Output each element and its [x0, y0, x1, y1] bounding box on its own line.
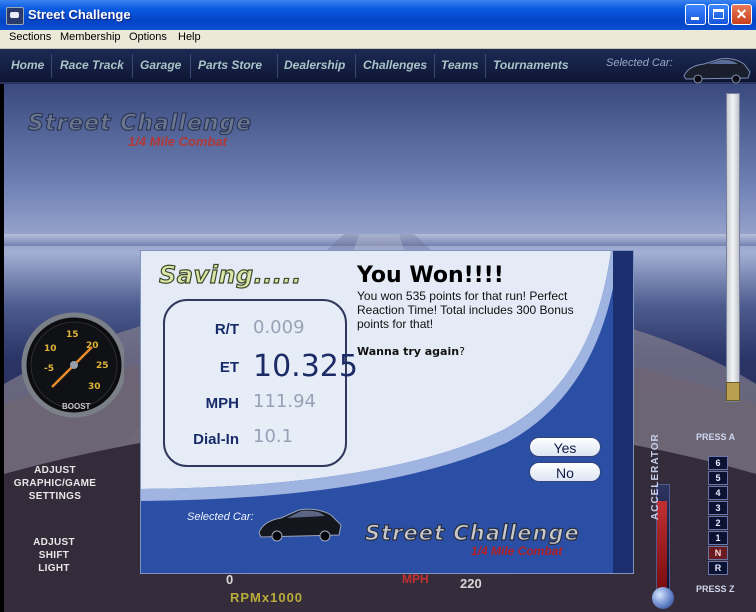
race-result-dialog: Saving..... R/T 0.009 ET 10.325 MPH 111.… [140, 250, 634, 574]
adjust-shift-line: ADJUST [33, 537, 75, 548]
nav-garage[interactable]: Garage [140, 58, 181, 72]
app-icon [6, 7, 24, 25]
gear-5[interactable]: 5 [708, 471, 728, 485]
dial-in-label: Dial-In [193, 431, 239, 448]
speedo-max-label: 220 [460, 576, 482, 591]
nav-challenges[interactable]: Challenges [363, 58, 427, 72]
yes-button[interactable]: Yes [529, 437, 601, 457]
window-title: Street Challenge [28, 7, 131, 22]
nav-tournaments[interactable]: Tournaments [493, 58, 569, 72]
menu-options[interactable]: Options [126, 31, 170, 43]
adjust-graphics-line: GRAPHIC/GAME [13, 478, 97, 489]
nav-selected-car-label: Selected Car: [606, 57, 673, 69]
adjust-shift-light-button[interactable]: ADJUST SHIFT LIGHT [14, 536, 94, 575]
nav-teams[interactable]: Teams [441, 58, 479, 72]
boost-tick-label: 25 [96, 361, 109, 371]
scroll-slider-thumb[interactable] [726, 382, 740, 401]
boost-tick-label: -5 [44, 364, 54, 374]
boost-tick-label: 15 [66, 330, 79, 340]
accelerator-knob-icon[interactable] [652, 587, 674, 609]
nav-race-track[interactable]: Race Track [60, 58, 124, 72]
gear-3[interactable]: 3 [708, 501, 728, 515]
close-button[interactable]: ✕ [731, 4, 752, 25]
nav-dealership[interactable]: Dealership [284, 58, 345, 72]
press-z-label: PRESS Z [696, 584, 735, 594]
gear-1[interactable]: 1 [708, 531, 728, 545]
menu-help[interactable]: Help [175, 31, 204, 43]
gear-reverse[interactable]: R [708, 561, 728, 575]
dialog-logo: Street Challenge [364, 520, 580, 545]
nav-divider [277, 54, 278, 78]
gear-2[interactable]: 2 [708, 516, 728, 530]
mph-value: 111.94 [253, 391, 316, 412]
menu-sections[interactable]: Sections [6, 31, 54, 43]
menu-membership[interactable]: Membership [57, 31, 124, 43]
nav-divider [434, 54, 435, 78]
try-again-prompt: Wanna try again? [357, 345, 465, 358]
dialog-selected-car-label: Selected Car: [187, 511, 254, 523]
nav-divider [190, 54, 191, 78]
result-message: You won 535 points for that run! Perfect… [357, 289, 574, 331]
try-again-mark: ? [459, 345, 465, 358]
nav-divider [485, 54, 486, 78]
tach-unit-label: RPMx1000 [230, 590, 304, 605]
tach-zero-label: 0 [226, 572, 234, 587]
scroll-slider-track[interactable] [726, 93, 740, 402]
run-stats-panel: R/T 0.009 ET 10.325 MPH 111.94 Dial-In 1… [163, 299, 358, 467]
selected-car-thumbnail[interactable] [680, 54, 752, 84]
logo-subtitle: 1/4 Mile Combat [128, 134, 227, 149]
try-again-text: Wanna try again [357, 345, 460, 358]
boost-tick-label: 30 [88, 382, 101, 392]
adjust-graphics-button[interactable]: ADJUST GRAPHIC/GAME SETTINGS [10, 464, 100, 503]
et-value: 10.325 [253, 349, 358, 384]
adjust-graphics-line: SETTINGS [28, 491, 82, 502]
nav-divider [132, 54, 133, 78]
boost-tick-label: 10 [44, 344, 57, 354]
gear-6[interactable]: 6 [708, 456, 728, 470]
rt-value: 0.009 [253, 317, 305, 338]
dialog-logo-subtitle: 1/4 Mile Combat [471, 544, 563, 558]
adjust-graphics-line: ADJUST [34, 465, 76, 476]
window-title-bar[interactable]: Street Challenge ✕ [0, 0, 756, 30]
menu-bar: Sections Membership Options Help [0, 30, 756, 49]
adjust-shift-line: SHIFT [38, 550, 70, 561]
result-title: You Won!!!! [357, 263, 504, 288]
gear-neutral[interactable]: N [708, 546, 728, 560]
dial-in-value: 10.1 [253, 426, 294, 447]
section-nav-bar: Home Race Track Garage Parts Store Deale… [0, 49, 756, 84]
rt-label: R/T [214, 321, 239, 338]
street-challenge-logo: Street Challenge [27, 111, 253, 137]
mph-label: MPH [205, 395, 239, 412]
dialog-car-image [258, 508, 342, 542]
et-label: ET [219, 359, 239, 376]
press-a-label: PRESS A [696, 432, 736, 442]
nav-divider [51, 54, 52, 78]
speedo-unit-label: MPH [402, 572, 429, 586]
accelerator-label: ACCELERATOR [650, 433, 661, 520]
no-button[interactable]: No [529, 462, 601, 482]
maximize-button[interactable] [708, 4, 729, 25]
adjust-shift-line: LIGHT [38, 563, 70, 574]
saving-status: Saving..... [158, 260, 302, 289]
nav-divider [355, 54, 356, 78]
nav-parts-store[interactable]: Parts Store [198, 58, 262, 72]
nav-home[interactable]: Home [11, 58, 44, 72]
boost-label: BOOST [62, 402, 91, 411]
gear-4[interactable]: 4 [708, 486, 728, 500]
minimize-button[interactable] [685, 4, 706, 25]
